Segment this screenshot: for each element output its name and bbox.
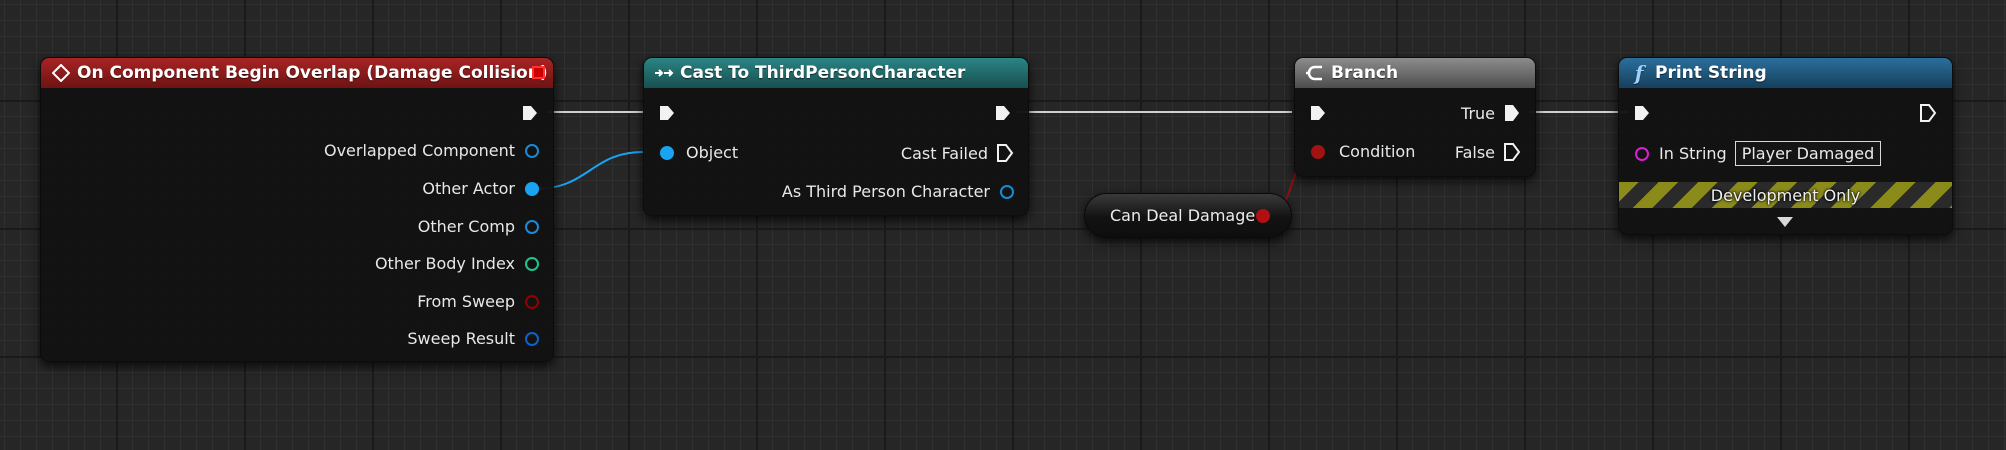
pin-condition[interactable]: Condition xyxy=(1311,142,1415,161)
object-pin-icon[interactable] xyxy=(525,181,539,196)
pin-cast-failed[interactable]: Cast Failed xyxy=(901,143,1014,163)
pin-label: Other Body Index xyxy=(374,254,515,273)
event-node-header[interactable]: On Component Begin Overlap (Damage Colli… xyxy=(41,58,553,88)
branch-icon xyxy=(1305,63,1325,83)
object-pin-icon[interactable] xyxy=(525,143,539,158)
pin-label: From Sweep xyxy=(417,292,515,311)
exec-out-hollow-icon[interactable] xyxy=(1503,142,1521,162)
exec-out-pin[interactable] xyxy=(1503,103,1521,123)
event-node-begin-overlap[interactable]: On Component Begin Overlap (Damage Colli… xyxy=(40,57,554,362)
pin-label: Condition xyxy=(1339,142,1416,161)
exec-in-pin[interactable] xyxy=(1633,104,1651,126)
boolean-pin-icon[interactable] xyxy=(1311,144,1325,159)
object-pin-icon[interactable] xyxy=(525,219,539,234)
pin-label: Sweep Result xyxy=(407,329,515,348)
pin-label: Cast Failed xyxy=(900,143,988,163)
delegate-pin-icon[interactable] xyxy=(532,66,545,79)
event-diamond-icon xyxy=(51,63,71,83)
struct-pin-icon[interactable] xyxy=(525,331,539,346)
pin-other-actor[interactable]: Other Actor xyxy=(422,179,539,198)
pin-label: Other Actor xyxy=(422,179,515,198)
development-only-banner: Development Only xyxy=(1619,182,1952,208)
exec-in-pin[interactable] xyxy=(658,104,676,126)
print-string-node-title: Print String xyxy=(1655,63,1767,83)
integer-pin-icon[interactable] xyxy=(525,256,539,271)
exec-out-hollow-icon[interactable] xyxy=(996,143,1014,163)
pin-other-comp[interactable]: Other Comp xyxy=(418,217,539,236)
pin-label: True xyxy=(1461,103,1495,123)
pin-sweep-result[interactable]: Sweep Result xyxy=(407,329,539,348)
event-node-title: On Component Begin Overlap (Damage Colli… xyxy=(77,63,548,83)
pin-label: As Third Person Character xyxy=(781,182,990,201)
variable-label: Can Deal Damage xyxy=(1110,206,1256,225)
function-icon: f xyxy=(1634,61,1644,85)
variable-node-can-deal-damage[interactable]: Can Deal Damage xyxy=(1084,193,1292,238)
pin-label: Other Comp xyxy=(417,217,515,236)
pin-label: Object xyxy=(686,143,739,162)
pin-other-body-index[interactable]: Other Body Index xyxy=(375,254,539,273)
branch-node-title: Branch xyxy=(1331,63,1399,83)
pin-label: In String xyxy=(1659,144,1727,163)
cast-node-title: Cast To ThirdPersonCharacter xyxy=(680,63,966,83)
expand-arrow-icon[interactable] xyxy=(1776,213,1794,232)
exec-in-pin[interactable] xyxy=(1309,104,1327,126)
in-string-input[interactable]: Player Damaged xyxy=(1734,141,1882,166)
pin-in-string[interactable]: In String Player Damaged xyxy=(1635,141,1882,166)
cast-arrows-icon xyxy=(654,63,674,83)
branch-node[interactable]: Branch True Condition False xyxy=(1294,57,1536,177)
pin-as-third-person-character[interactable]: As Third Person Character xyxy=(782,182,1014,201)
exec-out-hollow-icon[interactable] xyxy=(1919,103,1937,127)
exec-out-pin[interactable] xyxy=(994,104,1012,126)
exec-out-pin[interactable] xyxy=(521,104,539,126)
development-only-label: Development Only xyxy=(1710,185,1861,205)
object-pin-icon[interactable] xyxy=(660,145,674,160)
print-string-node-header[interactable]: f Print String xyxy=(1619,58,1952,88)
pin-overlapped-component[interactable]: Overlapped Component xyxy=(324,141,539,160)
print-string-node[interactable]: f Print String In String Player Damaged … xyxy=(1618,57,1953,235)
pin-label: False xyxy=(1454,142,1495,162)
string-pin-icon[interactable] xyxy=(1635,146,1649,161)
pin-from-sweep[interactable]: From Sweep xyxy=(417,292,539,311)
cast-node-header[interactable]: Cast To ThirdPersonCharacter xyxy=(644,58,1028,88)
pin-true[interactable]: True xyxy=(1461,103,1521,123)
pin-label: Overlapped Component xyxy=(323,141,515,160)
branch-node-header[interactable]: Branch xyxy=(1295,58,1535,88)
object-pin-icon[interactable] xyxy=(1000,184,1014,199)
boolean-pin-icon[interactable] xyxy=(1256,209,1270,223)
pin-false[interactable]: False xyxy=(1455,142,1521,162)
pin-object[interactable]: Object xyxy=(660,143,738,162)
cast-node[interactable]: Cast To ThirdPersonCharacter Object Cast… xyxy=(643,57,1029,216)
boolean-pin-icon[interactable] xyxy=(525,294,539,309)
